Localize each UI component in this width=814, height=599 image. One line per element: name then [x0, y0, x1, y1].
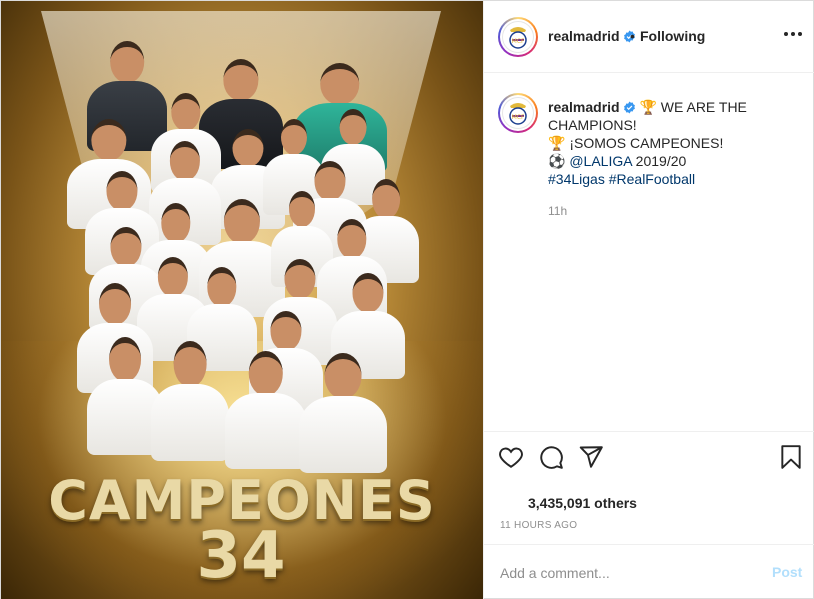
- svg-text:MCF: MCF: [512, 114, 525, 121]
- caption-text: realmadrid 🏆 WE ARE THE CHAMPIONS! 🏆 ¡SO…: [548, 98, 798, 188]
- separator-dot: •: [630, 28, 635, 44]
- real-madrid-crest-icon: MCF: [502, 97, 534, 129]
- real-madrid-crest-icon: MCF: [502, 21, 534, 53]
- team-players-graphic: [1, 1, 483, 481]
- likes-count[interactable]: 3,435,091 others: [528, 495, 637, 511]
- post-image[interactable]: CAMPEONES 34: [1, 1, 483, 599]
- caption-avatar[interactable]: MCF: [498, 93, 538, 133]
- header-username[interactable]: realmadrid: [548, 28, 636, 44]
- heart-icon[interactable]: [496, 442, 526, 472]
- post-sidebar: MCF realmadrid • Following MCF realmadri…: [483, 1, 814, 599]
- caption-username[interactable]: realmadrid: [548, 99, 620, 115]
- action-bar: [484, 431, 814, 483]
- caption-timestamp[interactable]: 11h: [548, 204, 567, 218]
- hashtag-34ligas-link[interactable]: #34Ligas: [548, 171, 605, 187]
- share-icon[interactable]: [576, 442, 606, 472]
- caption-line-3-prefix: ⚽: [548, 153, 570, 169]
- caption-line-2: 🏆 ¡SOMOS CAMPEONES!: [548, 135, 724, 151]
- post-header: MCF realmadrid • Following: [484, 1, 814, 73]
- caption-line-3-suffix: 2019/20: [631, 153, 687, 169]
- verified-badge-icon: [623, 101, 635, 114]
- caption-section: MCF realmadrid 🏆 WE ARE THE CHAMPIONS! 🏆…: [484, 73, 814, 431]
- post-time-ago[interactable]: 11 HOURS AGO: [500, 520, 577, 531]
- svg-text:MCF: MCF: [512, 38, 525, 45]
- bookmark-icon[interactable]: [776, 442, 806, 472]
- hashtag-realfootball-link[interactable]: #RealFootball: [609, 171, 695, 187]
- comment-input[interactable]: [500, 563, 750, 583]
- post-comment-button[interactable]: Post: [772, 564, 802, 580]
- comment-icon[interactable]: [536, 442, 566, 472]
- more-options-icon[interactable]: [782, 23, 804, 45]
- profile-avatar[interactable]: MCF: [498, 17, 538, 57]
- laliga-mention-link[interactable]: @LALIGA: [569, 153, 631, 169]
- titles-count: 34: [196, 519, 286, 593]
- instagram-post: CAMPEONES 34 MCF realmadrid • Following: [0, 0, 814, 599]
- comment-form: Post: [484, 544, 814, 599]
- following-button[interactable]: Following: [640, 28, 705, 44]
